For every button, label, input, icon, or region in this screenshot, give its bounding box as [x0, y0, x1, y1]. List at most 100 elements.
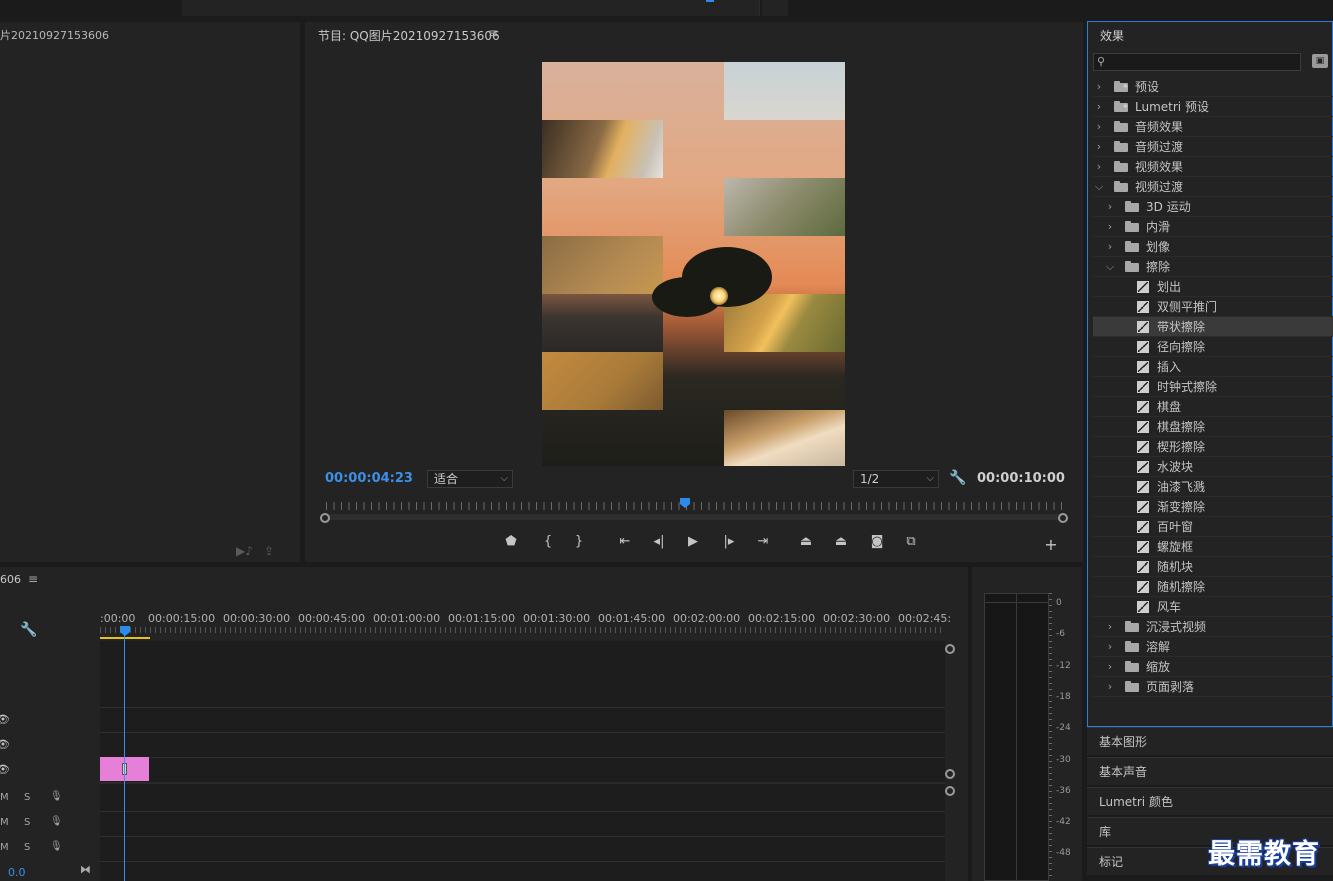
timeline-settings-wrench-icon[interactable]: 🔧: [20, 622, 37, 638]
effect-folder[interactable]: › 音频过渡: [1093, 137, 1333, 157]
playhead-timecode[interactable]: 00:00:04:23: [325, 471, 413, 486]
effect-folder[interactable]: › 3D 运动: [1093, 197, 1333, 217]
solo-button[interactable]: S: [24, 792, 30, 803]
effects-panel-title[interactable]: 效果: [1100, 27, 1124, 44]
video-preview[interactable]: [542, 62, 845, 466]
comparison-view-button[interactable]: ⧉: [901, 534, 921, 549]
chevron-down-icon[interactable]: ⌵: [1094, 177, 1104, 197]
program-time-ruler[interactable]: [320, 498, 1068, 523]
voiceover-mic-icon[interactable]: 🎙: [50, 841, 63, 852]
new-custom-bin-icon[interactable]: ▣: [1312, 54, 1328, 68]
effect-folder[interactable]: ⌵ 擦除: [1093, 257, 1333, 277]
effect-item[interactable]: 插入: [1093, 357, 1333, 377]
zoom-select[interactable]: 适合 ⌵: [427, 470, 513, 488]
chevron-right-icon[interactable]: ›: [1094, 117, 1104, 137]
effect-folder[interactable]: › 溶解: [1093, 637, 1333, 657]
effect-folder[interactable]: › 视频效果: [1093, 157, 1333, 177]
effect-item[interactable]: 随机块: [1093, 557, 1333, 577]
side-panel-tab[interactable]: 基本声音: [1087, 757, 1333, 785]
zoom-scrollbar[interactable]: [325, 514, 1065, 520]
chevron-right-icon[interactable]: ›: [1105, 637, 1115, 657]
effect-folder[interactable]: › ✦ 预设: [1093, 77, 1333, 97]
effect-folder[interactable]: ⌵ 视频过渡: [1093, 177, 1333, 197]
button-editor-add-icon[interactable]: +: [1041, 535, 1061, 554]
insert-icon[interactable]: ▶♪: [236, 544, 253, 558]
side-panel-tab[interactable]: Lumetri 颜色: [1087, 787, 1333, 815]
voiceover-mic-icon[interactable]: 🎙: [50, 816, 63, 827]
mark-in-button[interactable]: {: [538, 534, 558, 549]
effect-item[interactable]: 螺旋框: [1093, 537, 1333, 557]
effect-item[interactable]: 划出: [1093, 277, 1333, 297]
effects-search-input[interactable]: [1110, 54, 1298, 70]
step-forward-button[interactable]: |▸: [719, 534, 739, 549]
overwrite-icon[interactable]: ⇪: [264, 544, 274, 558]
side-panel-tab[interactable]: 基本图形: [1087, 727, 1333, 755]
chevron-right-icon[interactable]: ›: [1105, 657, 1115, 677]
step-back-button[interactable]: ◂|: [649, 534, 669, 549]
chevron-right-icon[interactable]: ›: [1094, 137, 1104, 157]
chevron-right-icon[interactable]: ›: [1094, 97, 1104, 117]
sequence-tab-title[interactable]: 606: [0, 573, 21, 586]
chevron-right-icon[interactable]: ›: [1105, 617, 1115, 637]
mark-out-button[interactable]: }: [569, 534, 589, 549]
effect-item[interactable]: 带状擦除: [1093, 317, 1333, 337]
panel-menu-icon[interactable]: ≡: [488, 26, 498, 40]
effects-search-field[interactable]: ⚲: [1093, 53, 1301, 71]
eye-icon[interactable]: 👁: [0, 763, 10, 776]
effect-item[interactable]: 水波块: [1093, 457, 1333, 477]
zoom-handle-left[interactable]: [320, 513, 330, 523]
effect-folder[interactable]: › ✦ Lumetri 预设: [1093, 97, 1333, 117]
master-volume-value[interactable]: 0.0: [8, 866, 26, 879]
chevron-right-icon[interactable]: ›: [1094, 157, 1104, 177]
effect-item[interactable]: 风车: [1093, 597, 1333, 617]
vertical-zoom-handle[interactable]: [945, 769, 955, 779]
effect-item[interactable]: 双侧平推门: [1093, 297, 1333, 317]
effect-folder[interactable]: › 音频效果: [1093, 117, 1333, 137]
effect-folder[interactable]: › 内滑: [1093, 217, 1333, 237]
mute-button[interactable]: M: [0, 792, 9, 803]
effect-folder[interactable]: › 页面剥落: [1093, 677, 1333, 697]
solo-button[interactable]: S: [24, 842, 30, 853]
settings-wrench-icon[interactable]: 🔧: [949, 470, 966, 486]
solo-button[interactable]: S: [24, 817, 30, 828]
mute-button[interactable]: M: [0, 817, 9, 828]
vertical-zoom-handle[interactable]: [945, 786, 955, 796]
play-button[interactable]: ▶: [683, 534, 703, 549]
effect-item[interactable]: 棋盘擦除: [1093, 417, 1333, 437]
vertical-zoom-handle[interactable]: [945, 644, 955, 654]
effect-item[interactable]: 径向擦除: [1093, 337, 1333, 357]
collapse-tracks-icon[interactable]: ⧓: [80, 863, 91, 876]
extract-button[interactable]: ⏏: [831, 534, 851, 549]
chevron-down-icon[interactable]: ⌵: [1105, 257, 1115, 277]
eye-icon[interactable]: 👁: [0, 738, 10, 751]
effect-folder[interactable]: › 缩放: [1093, 657, 1333, 677]
export-frame-button[interactable]: ◙: [867, 534, 887, 549]
mute-button[interactable]: M: [0, 842, 9, 853]
chevron-right-icon[interactable]: ›: [1105, 237, 1115, 257]
go-to-out-button[interactable]: ⇥: [753, 534, 773, 549]
effect-item[interactable]: 楔形擦除: [1093, 437, 1333, 457]
source-panel-title[interactable]: 片20210927153606: [0, 27, 109, 43]
chevron-right-icon[interactable]: ›: [1105, 197, 1115, 217]
timeline-time-ruler[interactable]: :00:00 00:00:15:00 00:00:30:00 00:00:45:00 0…: [100, 605, 951, 641]
effect-item[interactable]: 随机擦除: [1093, 577, 1333, 597]
go-to-in-button[interactable]: ⇤: [615, 534, 635, 549]
panel-menu-icon[interactable]: ≡: [28, 572, 38, 586]
workspace-overflow[interactable]: [762, 0, 788, 16]
lift-button[interactable]: ⏏: [796, 534, 816, 549]
chevron-right-icon[interactable]: ›: [1105, 677, 1115, 697]
effect-folder[interactable]: › 沉浸式视频: [1093, 617, 1333, 637]
voiceover-mic-icon[interactable]: 🎙: [50, 791, 63, 802]
resolution-select[interactable]: 1/2 ⌵: [853, 470, 939, 488]
effect-folder[interactable]: › 划像: [1093, 237, 1333, 257]
chevron-right-icon[interactable]: ›: [1105, 217, 1115, 237]
program-monitor-title[interactable]: 节目: QQ图片20210927153606: [318, 27, 500, 44]
effect-item[interactable]: 棋盘: [1093, 397, 1333, 417]
zoom-handle-right[interactable]: [1058, 513, 1068, 523]
eye-icon[interactable]: 👁: [0, 713, 10, 726]
effect-item[interactable]: 油漆飞溅: [1093, 477, 1333, 497]
effect-item[interactable]: 百叶窗: [1093, 517, 1333, 537]
add-marker-button[interactable]: ⬟: [501, 534, 521, 549]
effect-item[interactable]: 渐变擦除: [1093, 497, 1333, 517]
effect-item[interactable]: 时钟式擦除: [1093, 377, 1333, 397]
